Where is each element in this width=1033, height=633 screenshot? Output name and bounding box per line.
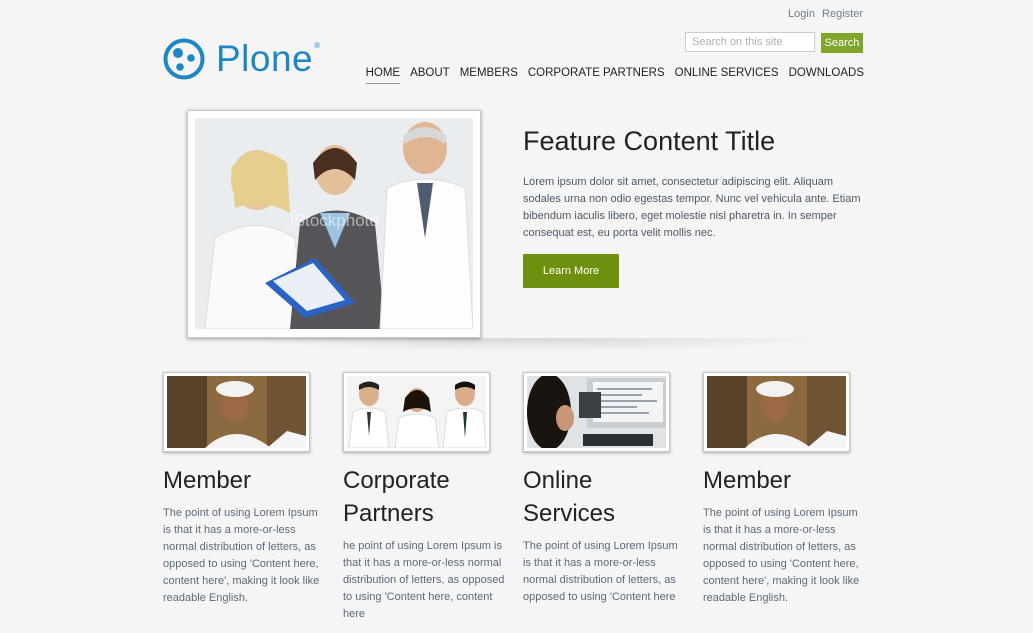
nav-downloads[interactable]: DOWNLOADS — [789, 67, 864, 84]
learn-more-button[interactable]: Learn More — [523, 254, 619, 288]
feature-shadow — [220, 338, 840, 352]
nav-home[interactable]: HOME — [365, 67, 401, 84]
nav-corporate-partners[interactable]: CORPORATE PARTNERS — [528, 67, 665, 84]
card-member-2: Member The point of using Lorem Ipsum is… — [703, 372, 868, 607]
register-link[interactable]: Register — [822, 8, 863, 20]
main-nav: HOME ABOUT MEMBERS CORPORATE PARTNERS ON… — [365, 67, 864, 84]
search-button[interactable]: Search — [821, 33, 863, 53]
search-input[interactable] — [685, 32, 815, 52]
logo-registered-mark: ® — [314, 40, 321, 50]
card-image-frame[interactable] — [343, 372, 490, 452]
login-link[interactable]: Login — [788, 8, 815, 20]
watermark: iStockphoto — [290, 211, 379, 230]
feature-image-doctors: iStockphoto — [195, 118, 473, 329]
logo-text: Plone — [216, 38, 314, 79]
feature-title: Feature Content Title — [523, 126, 776, 156]
card-title: Member — [703, 467, 792, 494]
card-title: Online Services — [523, 467, 616, 527]
feature-body: Lorem ipsum dolor sit amet, consectetur … — [523, 176, 861, 239]
feature-image-frame: iStockphoto — [187, 110, 481, 338]
member-photo — [707, 376, 846, 448]
card-online-services: Online Services The point of using Lorem… — [523, 372, 688, 606]
card-title: Member — [163, 467, 252, 494]
top-links: Login Register — [784, 8, 863, 20]
card-text: he point of using Lorem Ipsum is that it… — [343, 540, 505, 620]
card-text: The point of using Lorem Ipsum is that i… — [703, 507, 860, 604]
card-title: Corporate Partners — [343, 467, 450, 527]
card-image-frame[interactable] — [703, 372, 850, 452]
card-text: The point of using Lorem Ipsum is that i… — [163, 507, 320, 604]
nav-members[interactable]: MEMBERS — [460, 67, 518, 84]
card-image-frame[interactable] — [523, 372, 670, 452]
plone-logo-icon — [163, 38, 205, 80]
card-image-frame[interactable] — [163, 372, 310, 452]
member-photo — [167, 376, 306, 448]
plone-logo[interactable]: Plone ® — [163, 38, 320, 80]
card-member-1: Member The point of using Lorem Ipsum is… — [163, 372, 328, 607]
online-services-photo — [527, 376, 666, 448]
card-text: The point of using Lorem Ipsum is that i… — [523, 540, 678, 603]
card-corporate-partners: Corporate Partners he point of using Lor… — [343, 372, 508, 623]
partners-photo — [347, 376, 486, 448]
nav-online-services[interactable]: ONLINE SERVICES — [675, 67, 779, 84]
nav-about[interactable]: ABOUT — [410, 67, 450, 84]
